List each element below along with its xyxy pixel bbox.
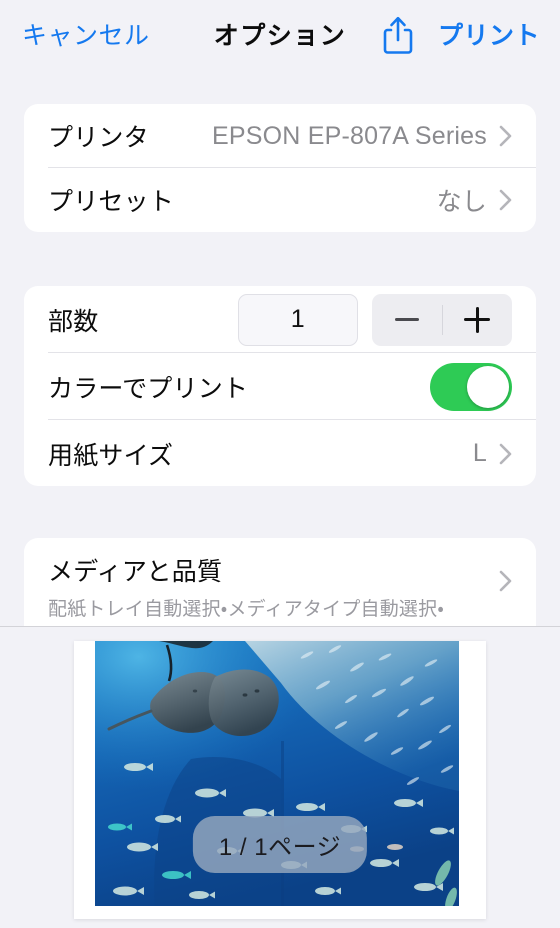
row-copies-label: 部数	[48, 307, 99, 336]
copies-input[interactable]: 1	[238, 293, 358, 346]
media-quality-content: メディアと品質 配紙トレイ自動選択・メディアタイプ自動選択・	[24, 538, 536, 626]
row-color-print[interactable]: カラーでプリント	[24, 353, 536, 420]
chevron-right-icon	[499, 570, 512, 592]
media-quality-title: メディアと品質	[48, 558, 223, 586]
row-paper-size[interactable]: 用紙サイズ L	[24, 420, 536, 487]
row-preset-value: なし	[436, 188, 487, 216]
media-quality-subtitle: 配紙トレイ自動選択・メディアタイプ自動選択・	[48, 599, 444, 620]
print-preview-area: 1 / 1ページ	[0, 627, 560, 928]
navigation-bar: キャンセル オプション プリント	[0, 0, 560, 72]
quantity-stepper[interactable]: 1	[238, 293, 512, 346]
row-printer-label: プリンタ	[48, 124, 149, 152]
minus-icon	[395, 318, 419, 321]
share-icon[interactable]	[378, 14, 418, 56]
stepper-segmented-control[interactable]	[372, 293, 512, 346]
row-color-print-label: カラーでプリント	[48, 374, 249, 403]
row-printer[interactable]: プリンタ EPSON EP-807A Series	[24, 104, 536, 168]
row-preset[interactable]: プリセット なし	[24, 168, 536, 232]
stepper-separator	[442, 304, 443, 335]
row-paper-size-value: L	[472, 439, 487, 467]
row-printer-value: EPSON EP-807A Series	[212, 121, 487, 150]
page-indicator-badge: 1 / 1ページ	[192, 816, 368, 873]
decrement-button[interactable]	[372, 294, 442, 346]
toggle-knob	[467, 365, 509, 408]
plus-icon	[464, 306, 490, 333]
color-print-toggle[interactable]	[430, 362, 512, 411]
row-paper-size-label: 用紙サイズ	[48, 441, 174, 470]
media-quality-card[interactable]: メディアと品質 配紙トレイ自動選択・メディアタイプ自動選択・	[24, 538, 536, 626]
increment-button[interactable]	[442, 294, 512, 346]
row-copies: 部数 1	[24, 286, 536, 353]
chevron-right-icon	[499, 125, 512, 147]
chevron-right-icon	[499, 189, 512, 211]
row-preset-label: プリセット	[48, 188, 175, 216]
settings-card: 部数 1 カラーでプリント 用紙サイズ L	[24, 286, 536, 486]
print-button[interactable]: プリント	[438, 16, 540, 52]
preview-paper-sheet[interactable]: 1 / 1ページ	[74, 641, 486, 919]
print-options-screen: キャンセル オプション プリント プリンタ EPSON EP-807A Seri…	[0, 0, 560, 928]
printer-card: プリンタ EPSON EP-807A Series プリセット なし	[24, 104, 536, 232]
chevron-right-icon	[499, 443, 512, 465]
